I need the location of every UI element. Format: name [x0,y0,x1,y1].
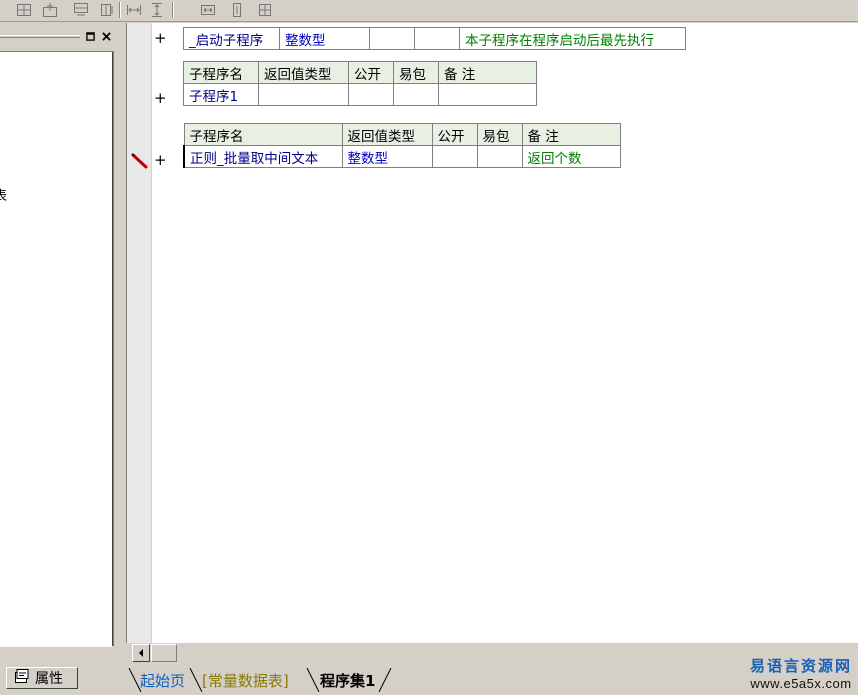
left-panel: 表 [0,23,122,663]
sub2-table: 子程序名 返回值类型 公开 易包 备 注 正则_批量取中间文本 整数型 返回个数 [183,123,621,168]
public-cell[interactable] [369,27,415,50]
col-header-public: 公开 [431,123,478,146]
expand-plus-icon[interactable]: + [154,29,167,47]
scroll-track[interactable] [151,644,177,662]
table-header-row: 子程序名 返回值类型 公开 易包 备 注 [183,123,621,146]
sub-name-cell[interactable]: _启动子程序 [183,27,280,50]
table-insert-above-icon[interactable] [40,1,59,19]
col-header-name: 子程序名 [183,123,343,146]
public-cell[interactable] [431,145,478,168]
restore-icon[interactable] [84,30,97,43]
code-editor[interactable]: + _启动子程序 整数型 本子程序在程序启动后最先执行 子程序名 返回值类型 公… [126,23,858,643]
return-type-cell[interactable]: 整数型 [341,145,433,168]
fit-height-icon[interactable] [147,1,166,19]
tab-constant-table[interactable]: [常量数据表] [202,668,289,692]
public-cell[interactable] [348,83,394,106]
align-vertical-icon[interactable] [227,1,246,19]
scroll-left-arrow-icon[interactable] [132,644,150,662]
col-header-public: 公开 [348,61,394,84]
tab-program-set-1[interactable]: 程序集1 [320,668,375,692]
property-tab[interactable]: 属性 [6,667,78,689]
col-header-name: 子程序名 [183,61,259,84]
table-row: _启动子程序 整数型 本子程序在程序启动后最先执行 [183,27,686,50]
tab-divider-icon [306,668,320,692]
tree-item-fragment[interactable]: 表 [0,185,7,204]
table-toolbar [0,0,858,22]
col-header-note: 备 注 [438,61,537,84]
close-icon[interactable] [100,30,113,43]
table-header-row: 子程序名 返回值类型 公开 易包 备 注 [183,61,537,84]
startup-sub-table: _启动子程序 整数型 本子程序在程序启动后最先执行 [183,27,686,50]
sub1-table: 子程序名 返回值类型 公开 易包 备 注 子程序1 [183,61,537,106]
easy-pkg-cell[interactable] [476,145,523,168]
left-panel-header [0,28,120,46]
tab-start-page[interactable]: 起始页 [140,668,185,692]
watermark-site-name: 易语言资源网 [749,657,852,675]
fit-width-icon[interactable] [124,1,143,19]
tab-divider-icon [378,668,392,692]
col-header-return-type: 返回值类型 [341,123,433,146]
horizontal-scrollbar[interactable] [126,643,858,663]
project-tree[interactable]: 表 [0,51,114,647]
property-tab-label: 属性 [35,671,63,687]
col-header-note: 备 注 [521,123,621,146]
easy-pkg-cell[interactable] [414,27,460,50]
col-header-easy-pkg: 易包 [476,123,523,146]
note-cell[interactable]: 本子程序在程序启动后最先执行 [459,27,686,50]
return-type-cell[interactable] [258,83,349,106]
site-watermark: 易语言资源网 www.e5a5x.com [750,658,852,692]
note-cell[interactable]: 返回个数 [521,145,621,168]
watermark-url: www.e5a5x.com [750,676,852,691]
expand-plus-icon[interactable]: + [154,151,167,169]
table-split-icon[interactable] [98,1,117,19]
editor-gutter [127,23,152,643]
tab-divider-icon [189,668,203,692]
center-icon[interactable] [255,1,274,19]
table-insert-row-icon[interactable] [14,1,33,19]
col-header-easy-pkg: 易包 [393,61,439,84]
sub-name-cell[interactable]: 子程序1 [183,83,259,106]
table-row: 子程序1 [183,83,537,106]
table-row: 正则_批量取中间文本 整数型 返回个数 [183,145,621,168]
note-cell[interactable] [438,83,537,106]
easy-pkg-cell[interactable] [393,83,439,106]
document-tab-bar: 起始页 [常量数据表] 程序集1 [126,664,858,695]
sub-name-cell[interactable]: 正则_批量取中间文本 [183,145,343,168]
col-header-return-type: 返回值类型 [258,61,349,84]
panel-grip[interactable] [0,35,80,38]
align-horizontal-icon[interactable] [198,1,217,19]
table-insert-below-icon[interactable] [71,1,90,19]
expand-plus-icon[interactable]: + [154,89,167,107]
property-icon [14,668,30,688]
current-line-pen-icon [130,151,150,175]
return-type-cell[interactable]: 整数型 [279,27,370,50]
